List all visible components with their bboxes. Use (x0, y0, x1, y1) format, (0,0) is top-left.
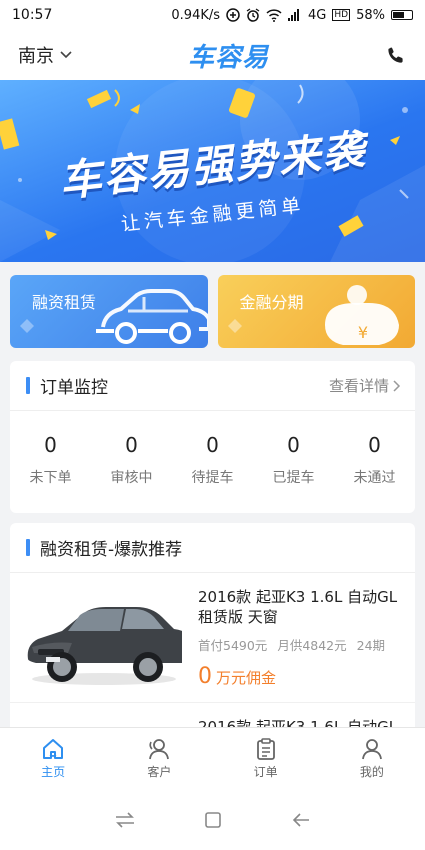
svg-text:¥: ¥ (358, 323, 368, 342)
app-logo: 车容易 (187, 42, 269, 73)
coin-icon (20, 319, 34, 333)
chevron-right-icon (393, 379, 401, 392)
home-square-icon[interactable] (204, 811, 222, 829)
orders-icon (256, 737, 275, 760)
stat-picked-up[interactable]: 0 已提车 (254, 433, 334, 487)
car-outline-icon (95, 289, 208, 344)
network-type: 4G (308, 7, 327, 23)
rec-info: 2016款 起亚K3 1.6L 自动GL租赁版 天窗 首付5490元 月供484… (182, 587, 403, 702)
order-monitor-title-text: 订单监控 (40, 378, 108, 398)
stat-rejected[interactable]: 0 未通过 (335, 433, 415, 487)
car-name: 2016款 起亚K3 1.6L 自动GL租赁版 天窗 (198, 588, 398, 626)
promo-banner[interactable]: 车容易强势来袭 让汽车金融更简单 (0, 80, 425, 262)
nav-home[interactable]: 主页 (0, 728, 106, 789)
order-stats: 0 未下单 0 审核中 0 待提车 0 已提车 0 未通过 (10, 411, 415, 487)
city-selector[interactable]: 南京 (18, 42, 72, 68)
app-header: 南京 车容易 (0, 30, 425, 80)
order-monitor-panel: 订单监控 查看详情 0 未下单 0 审核中 0 待提车 0 已提车 0 未通过 (10, 361, 415, 513)
switch-apps-icon[interactable] (114, 811, 136, 829)
monthly-payment: 月供4842元 (277, 638, 347, 653)
stat-label: 已提车 (272, 470, 315, 486)
profile-icon (361, 738, 382, 759)
stat-not-ordered[interactable]: 0 未下单 (11, 433, 91, 487)
accent-bar (26, 539, 30, 556)
list-item[interactable]: 2016款 起亚K3 1.6L 自动GL租赁版 天窗 首付5490元 月供484… (10, 573, 415, 703)
bottom-nav: 主页 客户 订单 我的 (0, 727, 425, 789)
stat-value: 0 (206, 433, 219, 457)
stat-value: 0 (368, 433, 381, 457)
nav-profile[interactable]: 我的 (319, 728, 425, 789)
back-arrow-icon[interactable] (291, 811, 311, 829)
stat-label: 审核中 (110, 470, 153, 486)
nav-label: 主页 (41, 764, 66, 779)
wifi-icon (266, 8, 282, 22)
city-name: 南京 (18, 46, 54, 67)
hd-badge: HD (332, 9, 351, 21)
financing-lease-label: 融资租赁 (32, 293, 97, 312)
nav-label: 我的 (359, 764, 384, 779)
system-nav-bar (0, 789, 425, 850)
nav-customers[interactable]: 客户 (106, 728, 212, 789)
feature-cards: 融资租赁 金融分期 ¥ (10, 275, 415, 348)
stat-label: 未通过 (353, 470, 396, 486)
order-monitor-title: 订单监控 (26, 373, 108, 398)
order-monitor-header: 订单监控 查看详情 (10, 361, 415, 411)
nav-label: 客户 (147, 764, 172, 779)
stat-label: 未下单 (29, 470, 72, 486)
stat-label: 待提车 (191, 470, 234, 486)
recommend-title: 融资租赁-爆款推荐 (26, 535, 182, 560)
view-details-text: 查看详情 (328, 377, 389, 395)
stat-value: 0 (287, 433, 300, 457)
signal-icon (288, 9, 302, 21)
home-icon (43, 738, 64, 759)
stat-value: 0 (44, 433, 57, 457)
network-speed: 0.94K/s (171, 7, 221, 23)
financial-installment-card[interactable]: 金融分期 ¥ (217, 275, 415, 348)
nav-orders[interactable]: 订单 (213, 728, 319, 789)
battery-icon (391, 10, 413, 20)
financial-installment-label: 金融分期 (239, 293, 304, 312)
commission-unit: 万元佣金 (216, 669, 277, 687)
status-time: 10:57 (12, 7, 53, 23)
payment-meta: 首付5490元 月供4842元 24期 (198, 635, 403, 654)
recommend-header: 融资租赁-爆款推荐 (10, 523, 415, 573)
recommend-title-text: 融资租赁-爆款推荐 (40, 540, 183, 560)
data-saver-icon (226, 8, 240, 22)
commission: 0 万元佣金 (198, 664, 403, 689)
coin-icon (227, 319, 242, 333)
battery-percent: 58% (356, 7, 385, 23)
accent-bar (26, 377, 30, 394)
commission-value: 0 (198, 664, 212, 689)
chevron-down-icon (60, 51, 72, 59)
view-details-link[interactable]: 查看详情 (329, 375, 401, 396)
stat-awaiting-pickup[interactable]: 0 待提车 (173, 433, 253, 487)
phone-icon[interactable] (385, 44, 407, 66)
piggy-bank-icon: ¥ (325, 285, 399, 345)
alarm-icon (246, 8, 260, 22)
down-payment: 首付5490元 (198, 638, 268, 653)
status-bar: 10:57 0.94K/s 4G HD 58% (0, 0, 425, 30)
stat-under-review[interactable]: 0 审核中 (92, 433, 172, 487)
car-image (27, 607, 182, 685)
term: 24期 (356, 638, 386, 653)
stat-value: 0 (125, 433, 138, 457)
financing-lease-card[interactable]: 融资租赁 (10, 275, 208, 348)
customers-icon (149, 738, 170, 759)
nav-label: 订单 (253, 764, 278, 779)
status-indicators: 0.94K/s 4G HD 58% (171, 8, 413, 23)
